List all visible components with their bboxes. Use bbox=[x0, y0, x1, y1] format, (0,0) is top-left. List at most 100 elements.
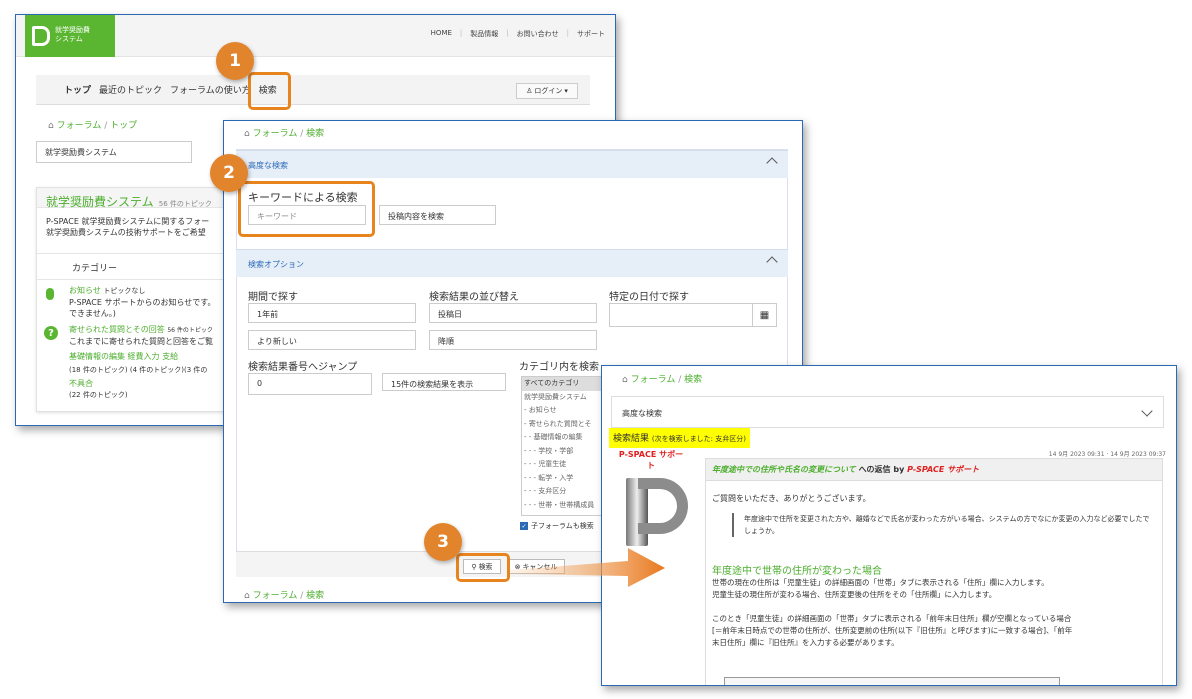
site-logo[interactable]: 就学奨励費 システム bbox=[25, 15, 115, 57]
top-nav: HOME | 製品情報 | お問い合わせ | サポート bbox=[430, 29, 605, 39]
subforum-bugs-count: (22 件のトピック) bbox=[69, 391, 128, 399]
nav-support[interactable]: サポート bbox=[577, 29, 605, 39]
nav-home[interactable]: HOME bbox=[431, 29, 452, 39]
author-avatar bbox=[622, 476, 692, 548]
period-label: 期間で探す bbox=[248, 292, 298, 303]
calendar-icon[interactable]: ▦ bbox=[752, 304, 776, 326]
highlight-keyword-box bbox=[238, 181, 375, 237]
category-option[interactable]: - - 基礎情報の編集 bbox=[522, 431, 610, 445]
category-option[interactable]: - お知らせ bbox=[522, 404, 610, 418]
category-header: カテゴリー bbox=[37, 254, 235, 280]
chevron-down-icon bbox=[1141, 405, 1153, 417]
forum-desc: P-SPACE 就学奨励費システムに関するフォー 就学奨励費システムの技術サポー… bbox=[37, 208, 235, 254]
subforum-bugs[interactable]: 不具合 bbox=[69, 378, 239, 389]
period-order-select[interactable]: より新しい bbox=[248, 330, 416, 350]
subforum-payment[interactable]: 支給 bbox=[162, 352, 178, 361]
category-option[interactable]: - - - 支弁区分 bbox=[522, 485, 610, 499]
breadcrumb-forum[interactable]: フォーラム bbox=[57, 121, 102, 131]
breadcrumb3-forum[interactable]: フォーラム bbox=[631, 375, 676, 385]
arrow-right-icon bbox=[510, 548, 665, 587]
sort-label: 検索結果の並び替え bbox=[429, 292, 519, 303]
category-option[interactable]: - - - 学校・学部 bbox=[522, 445, 610, 459]
menu-top[interactable]: トップ bbox=[64, 83, 91, 96]
breadcrumb-3: ⌂ フォーラム / 検索 bbox=[622, 375, 703, 385]
forum-box: 就学奨励費システム 56 件のトピック P-SPACE 就学奨励費システムに関す… bbox=[36, 187, 236, 412]
forum-topics: 56 件のトピック bbox=[158, 200, 212, 208]
jump-input[interactable]: 0 bbox=[248, 373, 372, 395]
cat-faq-title[interactable]: 寄せられた質問とその回答 bbox=[69, 325, 165, 334]
category-option[interactable]: - 寄せられた質問とそ bbox=[522, 418, 610, 432]
post-dates: 14 9月 2023 09:31 · 14 9月 2023 09:37 bbox=[1048, 451, 1166, 458]
breadcrumb2b-forum[interactable]: フォーラム bbox=[253, 591, 298, 601]
post-title-bar: 年度途中での住所や氏名の変更について への返信 by P-SPACE サポート bbox=[706, 459, 1162, 481]
nav-contact[interactable]: お問い合わせ bbox=[517, 29, 559, 39]
question-icon: ? bbox=[44, 326, 58, 340]
category-option[interactable]: すべてのカテゴリ bbox=[522, 377, 610, 391]
callout-2: 2 bbox=[210, 154, 248, 192]
date-label: 特定の日付で探す bbox=[609, 292, 689, 303]
breadcrumb3-search[interactable]: 検索 bbox=[684, 375, 702, 385]
result-count-select[interactable]: 15件の検索結果を表示 bbox=[382, 373, 506, 391]
highlight-search-button bbox=[456, 553, 510, 582]
checkbox-checked-icon[interactable]: ✓ bbox=[520, 522, 528, 530]
cat-news-desc: P-SPACE サポートからのお知らせです。 できません。) bbox=[69, 298, 216, 318]
login-button[interactable]: ♙ ログイン ▾ bbox=[516, 83, 578, 99]
menu-recent[interactable]: 最近のトピック bbox=[99, 83, 162, 96]
breadcrumb2b-search[interactable]: 検索 bbox=[306, 591, 324, 601]
advanced-search-toggle[interactable]: 高度な検索 bbox=[236, 150, 788, 178]
category-news: お知らせ トピックなし P-SPACE サポートからのお知らせです。 できません… bbox=[69, 285, 215, 319]
search-options-toggle[interactable]: 検索オプション bbox=[236, 249, 788, 277]
menu-howto[interactable]: フォーラムの使い方 bbox=[170, 83, 251, 96]
breadcrumb2-search[interactable]: 検索 bbox=[306, 129, 324, 139]
post-quote: 年度途中で住所を変更された方や、離婚などで氏名が変わった方がいる場合、システムの… bbox=[732, 513, 1156, 537]
breadcrumb-top[interactable]: トップ bbox=[110, 121, 137, 131]
post-greeting: ご質問をいただき、ありがとうございます。 bbox=[712, 494, 871, 503]
category-faq: 寄せられた質問とその回答 56 件のトピック これまでに寄せられた質問と回答をご… bbox=[69, 324, 239, 401]
category-option[interactable]: - - - 世帯・世帯構成員 bbox=[522, 499, 610, 513]
breadcrumb2-forum[interactable]: フォーラム bbox=[253, 129, 298, 139]
result-heading: 検索結果 (次を検索しました: 支弁区分) bbox=[609, 428, 750, 448]
cat-news-title[interactable]: お知らせ bbox=[69, 286, 101, 295]
search-results-window: ⌂ フォーラム / 検索 高度な検索 検索結果 (次を検索しました: 支弁区分)… bbox=[601, 365, 1177, 686]
advanced-search-collapsed[interactable]: 高度な検索 bbox=[611, 396, 1164, 428]
cat-faq-desc: これまでに寄せられた質問と回答をご覧 bbox=[69, 337, 213, 346]
chevron-up-icon bbox=[766, 157, 778, 169]
child-forum-checkbox[interactable]: ✓ 子フォーラムも検索 bbox=[520, 521, 594, 531]
menu-bar: トップ 最近のトピック フォーラムの使い方 検索 bbox=[36, 75, 590, 105]
breadcrumb: ⌂ フォーラム / トップ bbox=[48, 121, 138, 131]
date-input[interactable]: ▦ bbox=[609, 303, 777, 327]
post-author-name[interactable]: P-SPACE サポート bbox=[616, 449, 686, 471]
post-paragraph: 世帯の現在の住所は「児童生徒」の詳細画面の「世帯」タブに表示される「住所」欄に入… bbox=[712, 578, 1073, 647]
category-option[interactable]: - - - 転学・入学 bbox=[522, 472, 610, 486]
sort-select[interactable]: 投稿日 bbox=[429, 303, 597, 323]
category-list[interactable]: すべてのカテゴリ 就学奨励費システム - お知らせ - 寄せられた質問とそ - … bbox=[521, 376, 611, 516]
category-label: カテゴリ内を検索 bbox=[519, 362, 599, 373]
post-body: 年度途中での住所や氏名の変更について への返信 by P-SPACE サポート … bbox=[705, 458, 1163, 685]
cat-news-topics: トピックなし bbox=[103, 287, 146, 295]
caret-icon: ▾ bbox=[564, 87, 568, 95]
home-icon: ⌂ bbox=[48, 121, 54, 131]
highlight-search-menu bbox=[248, 72, 291, 110]
sort-dir-select[interactable]: 降順 bbox=[429, 330, 597, 350]
embedded-screenshot bbox=[724, 677, 1060, 685]
subforum-expense[interactable]: 経費入力 bbox=[128, 352, 160, 361]
callout-1: 1 bbox=[216, 42, 254, 80]
home-icon-2b: ⌂ bbox=[244, 591, 250, 601]
forum-box-header: 就学奨励費システム 56 件のトピック bbox=[37, 188, 235, 209]
subforum-basic-count: (18 件のトピック) bbox=[69, 366, 128, 374]
category-option[interactable]: - - - 児童生徒 bbox=[522, 458, 610, 472]
breadcrumb-2b: ⌂ フォーラム / 検索 bbox=[244, 591, 325, 601]
callout-3: 3 bbox=[424, 523, 462, 561]
subforum-basic[interactable]: 基礎情報の編集 bbox=[69, 352, 125, 361]
breadcrumb-2: ⌂ フォーラム / 検索 bbox=[244, 129, 325, 139]
nav-products[interactable]: 製品情報 bbox=[470, 29, 498, 39]
post-author[interactable]: P-SPACE サポート bbox=[907, 465, 979, 474]
period-select[interactable]: 1年前 bbox=[248, 303, 416, 323]
user-icon: ♙ bbox=[526, 87, 533, 95]
category-option[interactable]: 就学奨励費システム bbox=[522, 391, 610, 405]
subforum-expense-count: (4 件のトピック) bbox=[129, 366, 184, 374]
search-in-select[interactable]: 投稿内容を検索 bbox=[379, 205, 496, 225]
post-title[interactable]: 年度途中での住所や氏名の変更について bbox=[712, 465, 856, 474]
forum-title[interactable]: 就学奨励費システム bbox=[46, 195, 154, 209]
forum-select[interactable]: 就学奨励費システム bbox=[36, 141, 192, 163]
